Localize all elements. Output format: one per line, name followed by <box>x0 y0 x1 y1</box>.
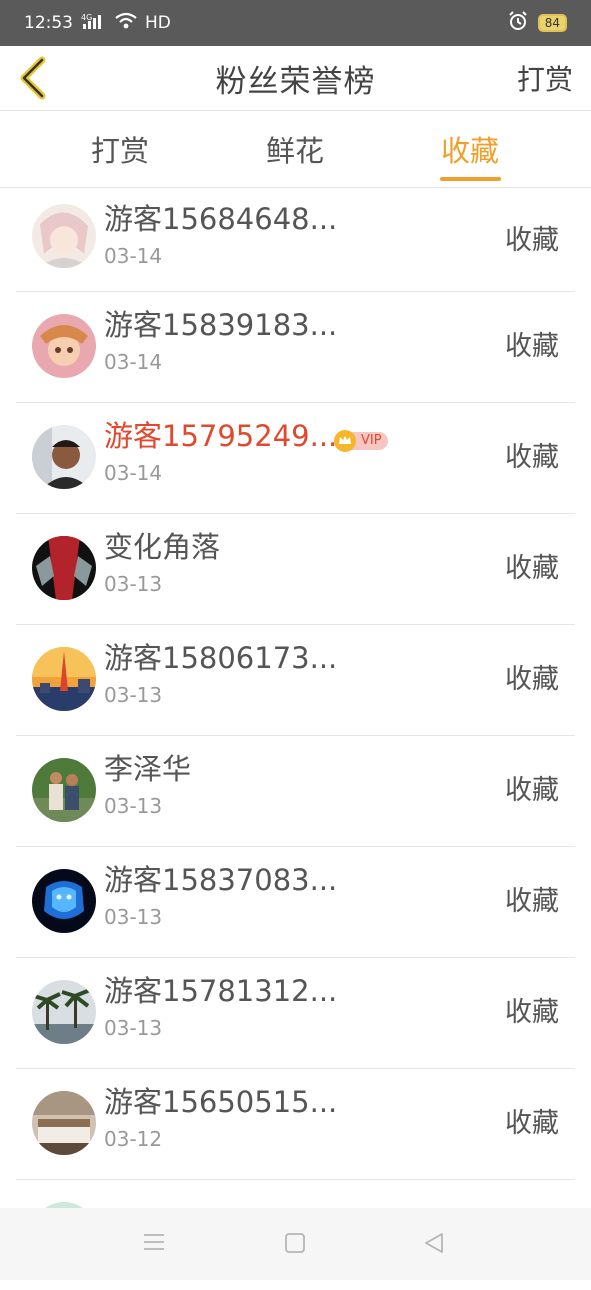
status-bar: 12:53 4G HD 84 <box>0 0 591 46</box>
tab-reward[interactable]: 打赏 <box>60 111 180 187</box>
user-name: 游客15837083... <box>104 863 338 897</box>
status-left: 12:53 4G HD <box>24 12 171 35</box>
tab-favorites[interactable]: 收藏 <box>410 111 530 187</box>
date: 03-13 <box>104 1016 163 1040</box>
user-name: 游客15650515... <box>104 1085 338 1119</box>
avatar <box>32 204 96 268</box>
signal-icon: 4G <box>81 12 107 35</box>
avatar <box>32 1091 96 1155</box>
user-name: 游客15806173... <box>104 641 338 675</box>
date: 03-13 <box>104 572 163 596</box>
list-item[interactable]: 李泽华 03-13 收藏 <box>16 736 575 847</box>
favorite-label: 收藏 <box>505 553 559 584</box>
header: 粉丝荣誉榜 打赏 <box>0 46 591 111</box>
date: 03-13 <box>104 905 163 929</box>
favorite-label: 收藏 <box>505 886 559 917</box>
user-name: 李泽华 <box>104 752 192 786</box>
user-name: 游客15839183... <box>104 308 338 342</box>
date: 03-14 <box>104 350 163 374</box>
chevron-left-icon <box>20 56 46 100</box>
list-item[interactable]: 游客15684648... 03-14 收藏 <box>16 188 575 292</box>
hd-label: HD <box>145 13 171 33</box>
user-name: 游客15684648... <box>104 202 338 236</box>
list-item[interactable]: 游客15795249... 03-14 收藏 VIP <box>16 403 575 514</box>
avatar <box>32 869 96 933</box>
tab-flowers[interactable]: 鲜花 <box>235 111 355 187</box>
reward-button[interactable]: 打赏 <box>517 58 573 98</box>
list-item[interactable]: 游客15650515... 03-12 收藏 <box>16 1069 575 1180</box>
avatar <box>32 980 96 1044</box>
back-button[interactable] <box>14 54 54 102</box>
status-right: 84 <box>508 10 567 36</box>
active-tab-indicator <box>440 177 501 181</box>
date: 03-14 <box>104 461 163 485</box>
date: 03-13 <box>104 683 163 707</box>
wifi-icon <box>115 12 137 35</box>
back-triangle-icon[interactable] <box>423 1232 449 1256</box>
avatar <box>32 647 96 711</box>
vip-badge: VIP <box>334 430 390 452</box>
avatar <box>32 425 96 489</box>
favorite-label: 收藏 <box>505 1108 559 1139</box>
list-item[interactable]: 变化角落 03-13 收藏 <box>16 514 575 625</box>
favorite-label: 收藏 <box>505 664 559 695</box>
avatar <box>32 536 96 600</box>
favorite-label: 收藏 <box>505 225 559 256</box>
favorite-label: 收藏 <box>505 775 559 806</box>
favorite-label: 收藏 <box>505 442 559 473</box>
list-item[interactable]: 游客15839183... 03-14 收藏 <box>16 292 575 403</box>
user-name-vip: 游客15795249... <box>104 419 338 453</box>
battery-indicator: 84 <box>537 14 567 32</box>
list-item[interactable]: 游客15806173... 03-13 收藏 <box>16 625 575 736</box>
status-time: 12:53 <box>24 13 73 33</box>
favorite-label: 收藏 <box>505 331 559 362</box>
alarm-icon <box>508 10 528 36</box>
user-name: 游客15781312... <box>104 974 338 1008</box>
avatar <box>32 314 96 378</box>
page-title: 粉丝荣誉榜 <box>215 63 376 100</box>
favorite-label: 收藏 <box>505 997 559 1028</box>
avatar <box>32 758 96 822</box>
fan-list: 游客15684648... 03-14 收藏 游客15839183... 03-… <box>0 188 591 1290</box>
date: 03-12 <box>104 1127 163 1151</box>
system-nav-bar <box>0 1208 591 1280</box>
vip-label: VIP <box>361 433 382 448</box>
list-item[interactable]: 游客15837083... 03-13 收藏 <box>16 847 575 958</box>
svg-text:4G: 4G <box>81 13 92 22</box>
list-item[interactable]: 游客15781312... 03-13 收藏 <box>16 958 575 1069</box>
tab-bar: 打赏 鲜花 收藏 <box>0 111 591 188</box>
date: 03-13 <box>104 794 163 818</box>
home-icon[interactable] <box>284 1232 310 1256</box>
menu-icon[interactable] <box>143 1232 169 1256</box>
date: 03-14 <box>104 244 163 268</box>
user-name: 变化角落 <box>104 530 221 564</box>
